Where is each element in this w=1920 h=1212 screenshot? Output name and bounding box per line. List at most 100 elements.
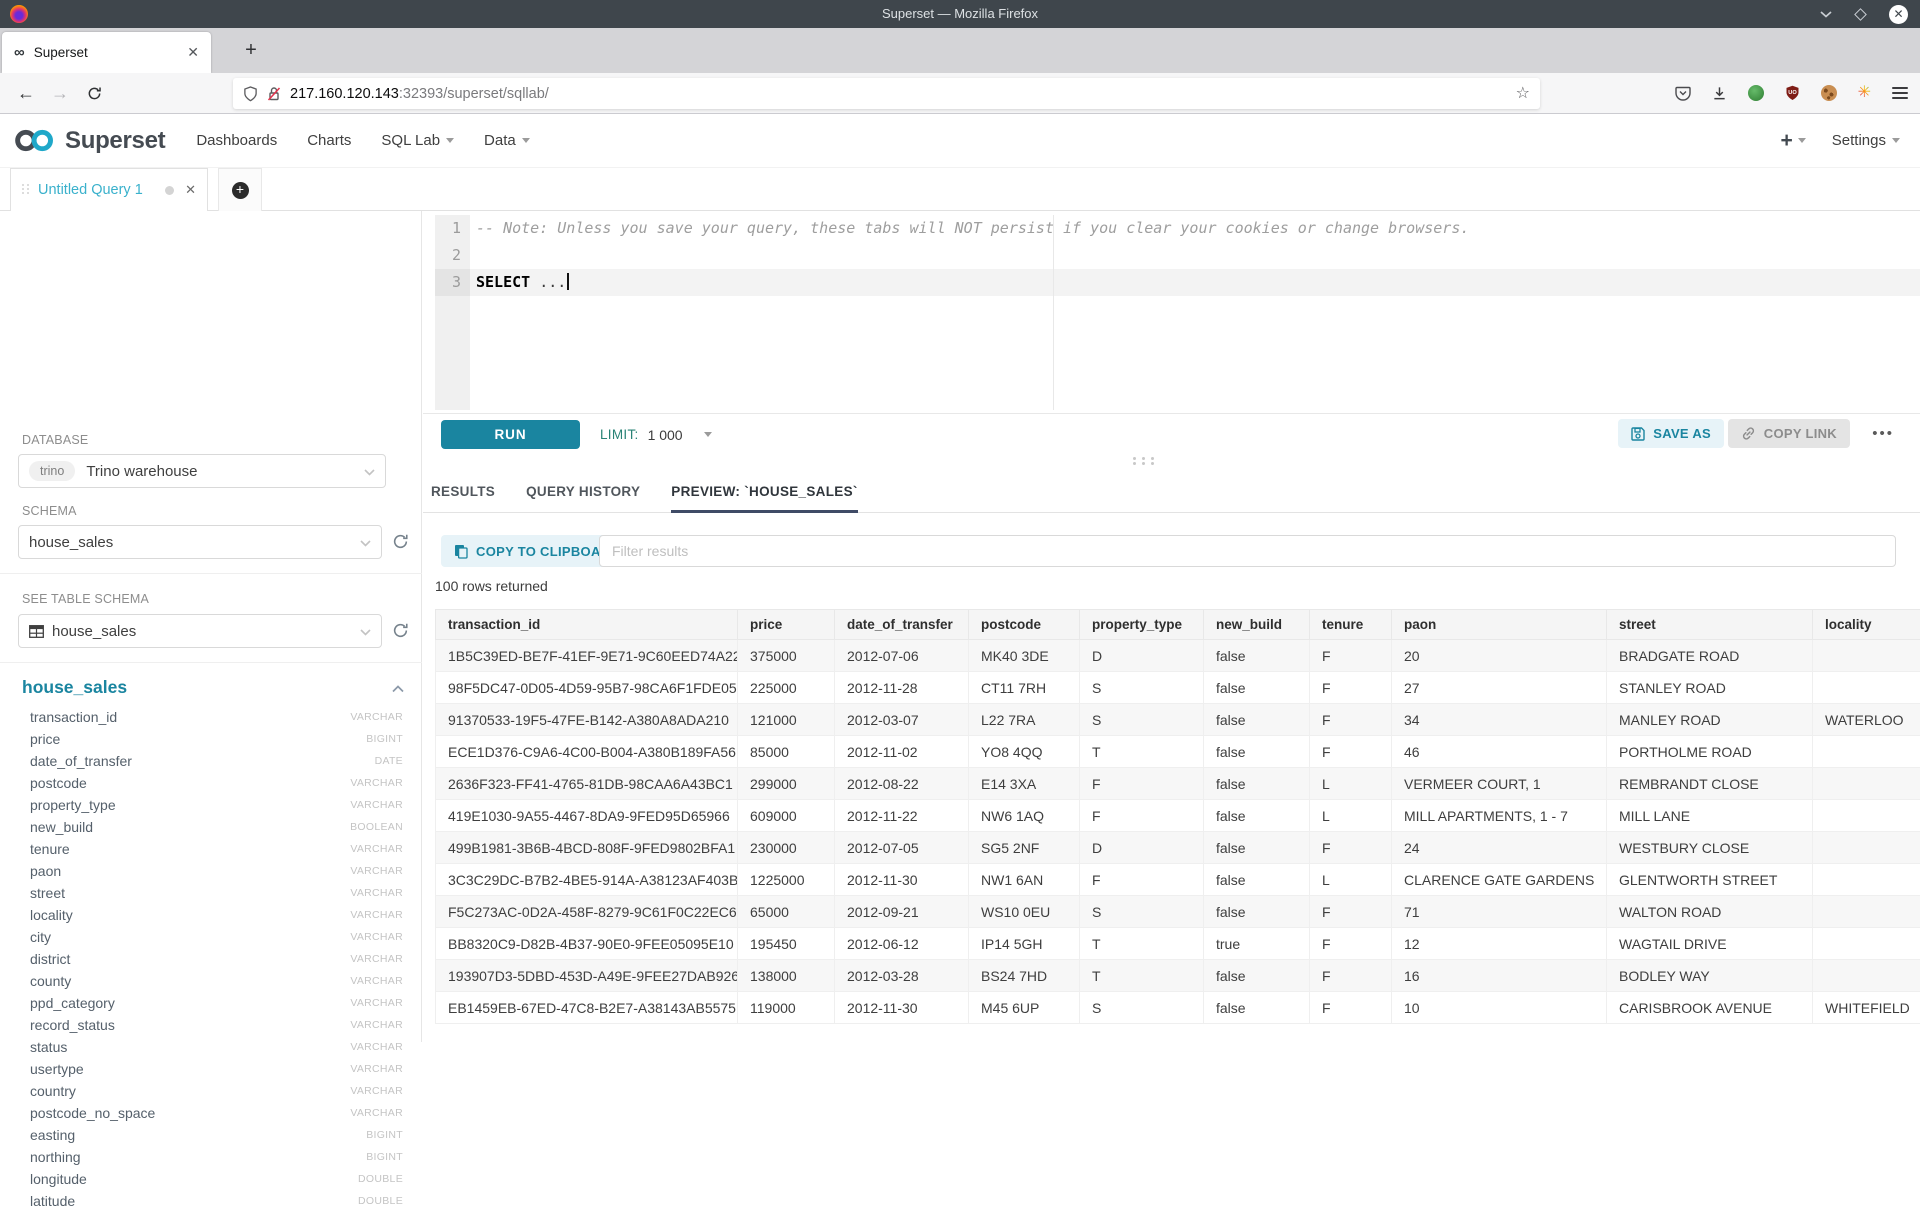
results-cell: IP14 5GH [969,928,1080,960]
superset-logo[interactable]: Superset [14,127,165,155]
extension-green-icon[interactable] [1748,85,1764,101]
results-row: F5C273AC-0D2A-458F-8279-9C61F0C22EC66500… [436,896,1920,928]
results-header-cell[interactable]: paon [1392,610,1607,640]
results-cell: WESTBURY CLOSE [1607,832,1813,864]
results-header-cell[interactable]: locality [1813,610,1920,640]
results-cell: F5C273AC-0D2A-458F-8279-9C61F0C22EC6 [436,896,738,928]
limit-dropdown[interactable]: LIMIT: 1 000 [600,420,712,449]
settings-menu[interactable]: Settings [1832,132,1900,149]
results-header-cell[interactable]: postcode [969,610,1080,640]
editor-line[interactable]: -- Note: Unless you save your query, the… [470,215,1920,242]
insecure-lock-icon[interactable] [267,86,281,102]
nav-sql-lab[interactable]: SQL Lab [381,132,454,149]
results-header-cell[interactable]: date_of_transfer [835,610,969,640]
new-tab-button[interactable]: + [238,38,264,64]
tab-results[interactable]: RESULTS [431,470,495,513]
schema-column: countyVARCHAR [0,970,421,992]
new-query-tab-button[interactable]: + [218,168,262,211]
results-header-cell[interactable]: street [1607,610,1813,640]
schema-select[interactable]: house_sales [18,525,382,559]
editor-line[interactable]: SELECT ... [470,269,1920,296]
panel-resize-handle[interactable] [1133,457,1157,466]
tab-preview-house-sales[interactable]: PREVIEW: `HOUSE_SALES` [671,470,857,513]
refresh-schemas-icon[interactable] [392,533,410,551]
schema-column-name: city [30,929,350,945]
results-cell: S [1080,704,1204,736]
schema-column-type: VARCHAR [350,997,403,1009]
schema-label: SCHEMA [22,504,77,518]
main-nav: Dashboards Charts SQL Lab Data [196,132,529,149]
results-cell: 2012-11-02 [835,736,969,768]
add-new-button[interactable]: + [1781,130,1806,151]
results-header-cell[interactable]: new_build [1204,610,1310,640]
schema-column-type: VARCHAR [350,1107,403,1119]
row-count-text: 100 rows returned [435,578,548,594]
cookie-extension-icon[interactable] [1821,85,1837,101]
results-cell: 230000 [738,832,835,864]
query-tab-untitled-query-1[interactable]: Untitled Query 1 ✕ [10,168,208,211]
bookmark-star-icon[interactable]: ☆ [1516,86,1530,102]
filter-results-input[interactable] [599,535,1896,567]
nav-data[interactable]: Data [484,132,530,149]
copy-link-button[interactable]: COPY LINK [1728,419,1850,448]
refresh-tables-icon[interactable] [392,622,410,640]
schema-column-name: latitude [30,1193,358,1209]
results-cell: 98F5DC47-0D05-4D59-95B7-98CA6F1FDE05 [436,672,738,704]
schema-column: eastingBIGINT [0,1124,421,1146]
results-cell: NW6 1AQ [969,800,1080,832]
pocket-icon[interactable] [1675,86,1691,101]
schema-column-name: postcode_no_space [30,1105,350,1121]
window-minimize-button[interactable] [1820,11,1832,18]
text-cursor [567,273,569,290]
results-cell: 609000 [738,800,835,832]
nav-charts[interactable]: Charts [307,132,351,149]
results-row: 2636F323-FF41-4765-81DB-98CAA6A43BC12990… [436,768,1920,800]
run-button[interactable]: RUN [441,420,580,449]
downloads-icon[interactable] [1712,86,1727,101]
sql-editor[interactable]: 123 -- Note: Unless you save your query,… [423,211,1920,414]
schema-column-type: DOUBLE [358,1173,403,1185]
table-name-heading[interactable]: house_sales [22,677,127,698]
nav-dashboards[interactable]: Dashboards [196,132,277,149]
schema-column-name: ppd_category [30,995,350,1011]
table-schema-select[interactable]: house_sales [18,614,382,648]
results-row: 419E1030-9A55-4467-8DA9-9FED95D659666090… [436,800,1920,832]
schema-column: ppd_categoryVARCHAR [0,992,421,1014]
forward-button[interactable]: → [44,77,76,109]
results-header-cell[interactable]: price [738,610,835,640]
extension-asterisk-icon[interactable]: ✳ [1858,85,1871,101]
window-close-button[interactable]: ✕ [1889,5,1908,24]
results-header-cell[interactable]: transaction_id [436,610,738,640]
save-as-button[interactable]: SAVE AS [1618,419,1724,448]
tracking-protection-shield-icon[interactable] [243,86,258,102]
results-header-cell[interactable]: tenure [1310,610,1392,640]
results-cell: 225000 [738,672,835,704]
results-header-cell[interactable]: property_type [1080,610,1204,640]
editor-line[interactable] [470,242,1920,269]
limit-value: 1 000 [648,427,683,443]
tab-query-history[interactable]: QUERY HISTORY [526,470,640,513]
collapse-table-icon[interactable] [392,685,404,693]
brand-title: Superset [65,127,165,155]
browser-tab[interactable]: ∞ Superset ✕ [2,32,211,73]
results-table: transaction_idpricedate_of_transferpostc… [435,609,1920,1024]
drag-handle-icon[interactable] [22,184,29,196]
results-cell: L [1310,864,1392,896]
schema-column: northingBIGINT [0,1146,421,1168]
schema-select-value: house_sales [29,534,113,551]
window-maximize-button[interactable] [1854,8,1867,21]
back-button[interactable]: ← [10,77,42,109]
editor-code[interactable]: -- Note: Unless you save your query, the… [470,215,1920,410]
query-tab-close-icon[interactable]: ✕ [185,182,196,198]
more-actions-button[interactable]: ••• [1872,425,1894,442]
tab-close-icon[interactable]: ✕ [187,44,199,61]
ublock-origin-icon[interactable]: UO [1785,85,1800,101]
svg-text:UO: UO [1788,90,1797,96]
menu-icon[interactable] [1892,87,1908,99]
url-bar[interactable]: 217.160.120.143:32393/superset/sqllab/ ☆ [233,78,1540,109]
database-select[interactable]: trino Trino warehouse [18,454,386,488]
schema-column: longitudeDOUBLE [0,1168,421,1190]
results-table-container[interactable]: transaction_idpricedate_of_transferpostc… [435,609,1920,1042]
editor-toolbar: RUN LIMIT: 1 000 SAVE AS COPY LINK ••• [423,414,1920,470]
reload-button[interactable] [78,77,110,109]
